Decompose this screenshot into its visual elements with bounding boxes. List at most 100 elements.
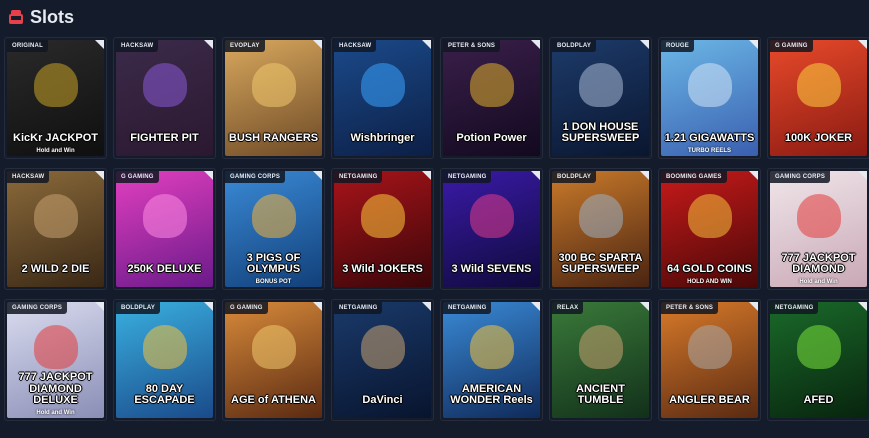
- section-title: Slots: [30, 6, 75, 27]
- game-character-art: [687, 63, 732, 107]
- corner-fold-icon: [313, 171, 322, 180]
- game-card[interactable]: HACKSAW FIGHTER PIT: [113, 37, 216, 159]
- game-card[interactable]: BOOMING GAMES 64 GOLD COINS HOLD AND WIN: [658, 168, 761, 290]
- provider-badge: PETER & SONS: [443, 40, 501, 52]
- game-card[interactable]: HACKSAW Wishbringer: [331, 37, 434, 159]
- slot-machine-icon: [9, 10, 23, 24]
- corner-fold-icon: [749, 302, 758, 311]
- provider-badge: HACKSAW: [7, 171, 50, 183]
- game-title: ANGLER BEAR: [669, 394, 750, 407]
- game-title: Wishbringer: [350, 132, 415, 145]
- game-card[interactable]: G GAMING 250K DELUXE: [113, 168, 216, 290]
- provider-badge: NETGAMING: [443, 302, 492, 314]
- game-character-art: [142, 325, 187, 369]
- game-card[interactable]: PETER & SONS ANGLER BEAR: [658, 299, 761, 421]
- game-card[interactable]: BOLDPLAY 300 BC SPARTA SUPERSWEEP: [549, 168, 652, 290]
- provider-badge: RELAX: [552, 302, 584, 314]
- corner-fold-icon: [422, 40, 431, 49]
- corner-fold-icon: [531, 171, 540, 180]
- game-card[interactable]: NETGAMING 3 Wild SEVENS: [440, 168, 543, 290]
- game-subtitle: BONUS POT: [255, 279, 292, 285]
- game-title: 300 BC SPARTA SUPERSWEEP: [558, 251, 643, 276]
- game-character-art: [469, 325, 514, 369]
- game-character-art: [578, 194, 623, 238]
- game-title: 100K JOKER: [784, 132, 853, 145]
- game-card[interactable]: RELAX ANCIENT TUMBLE: [549, 299, 652, 421]
- game-card[interactable]: G GAMING AGE of ATHENA: [222, 299, 325, 421]
- game-title: KicKr JACKPOT: [13, 132, 98, 145]
- game-card[interactable]: NETGAMING 3 Wild JOKERS: [331, 168, 434, 290]
- provider-badge: EVOPLAY: [225, 40, 265, 52]
- corner-fold-icon: [858, 171, 867, 180]
- game-character-art: [469, 63, 514, 107]
- game-character-art: [251, 325, 296, 369]
- game-character-art: [142, 194, 187, 238]
- game-title: Potion Power: [456, 132, 527, 145]
- game-character-art: [360, 325, 405, 369]
- provider-badge: ROUGE: [661, 40, 695, 52]
- game-subtitle: TURBO REELS: [687, 148, 731, 154]
- corner-fold-icon: [204, 40, 213, 49]
- provider-badge: BOLDPLAY: [116, 302, 161, 314]
- provider-badge: NETGAMING: [334, 302, 383, 314]
- game-title: ANCIENT TUMBLE: [576, 382, 625, 407]
- game-character-art: [360, 194, 405, 238]
- game-character-art: [33, 194, 78, 238]
- game-card[interactable]: BOLDPLAY 1 DON HOUSE SUPERSWEEP: [549, 37, 652, 159]
- game-character-art: [142, 63, 187, 107]
- game-card[interactable]: ROUGE 1.21 GIGAWATTS TURBO REELS: [658, 37, 761, 159]
- game-title: AGE of ATHENA: [231, 394, 316, 407]
- game-grid: ORIGINAL KicKr JACKPOT Hold and Win HACKSAW…: [4, 37, 869, 421]
- game-card[interactable]: PETER & SONS Potion Power: [440, 37, 543, 159]
- corner-fold-icon: [422, 171, 431, 180]
- game-title: 3 Wild JOKERS: [342, 263, 423, 276]
- game-character-art: [796, 194, 841, 238]
- corner-fold-icon: [422, 302, 431, 311]
- game-subtitle: Hold and Win: [36, 410, 75, 416]
- game-title: 777 JACKPOT DIAMOND DELUXE: [18, 371, 93, 407]
- game-character-art: [578, 63, 623, 107]
- game-card[interactable]: GAMING CORPS 777 JACKPOT DIAMOND DELUXE Ho…: [4, 299, 107, 421]
- game-subtitle: Hold and Win: [36, 148, 75, 154]
- game-character-art: [251, 194, 296, 238]
- game-card[interactable]: HACKSAW 2 WILD 2 DIE: [4, 168, 107, 290]
- game-card[interactable]: NETGAMING AFED: [767, 299, 869, 421]
- game-card[interactable]: BOLDPLAY 80 DAY ESCAPADE: [113, 299, 216, 421]
- provider-badge: ORIGINAL: [7, 40, 48, 52]
- game-card[interactable]: NETGAMING AMERICAN WONDER Reels: [440, 299, 543, 421]
- game-card[interactable]: GAMING CORPS 3 PIGS OF OLYMPUS BONUS POT: [222, 168, 325, 290]
- provider-badge: G GAMING: [225, 302, 268, 314]
- corner-fold-icon: [640, 302, 649, 311]
- game-title: 250K DELUXE: [127, 263, 202, 276]
- corner-fold-icon: [313, 40, 322, 49]
- corner-fold-icon: [640, 171, 649, 180]
- game-title: 80 DAY ESCAPADE: [134, 382, 195, 407]
- provider-badge: BOOMING GAMES: [661, 171, 727, 183]
- corner-fold-icon: [95, 302, 104, 311]
- corner-fold-icon: [204, 171, 213, 180]
- corner-fold-icon: [749, 40, 758, 49]
- provider-badge: NETGAMING: [770, 302, 819, 314]
- game-character-art: [578, 325, 623, 369]
- provider-badge: BOLDPLAY: [552, 171, 597, 183]
- game-card[interactable]: NETGAMING DaVinci: [331, 299, 434, 421]
- section-header: Slots: [0, 0, 869, 34]
- game-title: AMERICAN WONDER Reels: [450, 382, 533, 407]
- game-card[interactable]: ORIGINAL KicKr JACKPOT Hold and Win: [4, 37, 107, 159]
- game-card[interactable]: GAMING CORPS 777 JACKPOT DIAMOND Hold and …: [767, 168, 869, 290]
- provider-badge: GAMING CORPS: [770, 171, 831, 183]
- provider-badge: HACKSAW: [334, 40, 377, 52]
- game-card[interactable]: EVOPLAY BUSH RANGERS: [222, 37, 325, 159]
- game-card[interactable]: G GAMING 100K JOKER: [767, 37, 869, 159]
- game-title: BUSH RANGERS: [228, 132, 319, 145]
- corner-fold-icon: [204, 302, 213, 311]
- game-character-art: [796, 325, 841, 369]
- game-character-art: [796, 63, 841, 107]
- game-character-art: [33, 325, 78, 369]
- provider-badge: G GAMING: [770, 40, 813, 52]
- game-title: 2 WILD 2 DIE: [21, 263, 90, 276]
- game-character-art: [360, 63, 405, 107]
- corner-fold-icon: [95, 40, 104, 49]
- provider-badge: NETGAMING: [334, 171, 383, 183]
- corner-fold-icon: [531, 40, 540, 49]
